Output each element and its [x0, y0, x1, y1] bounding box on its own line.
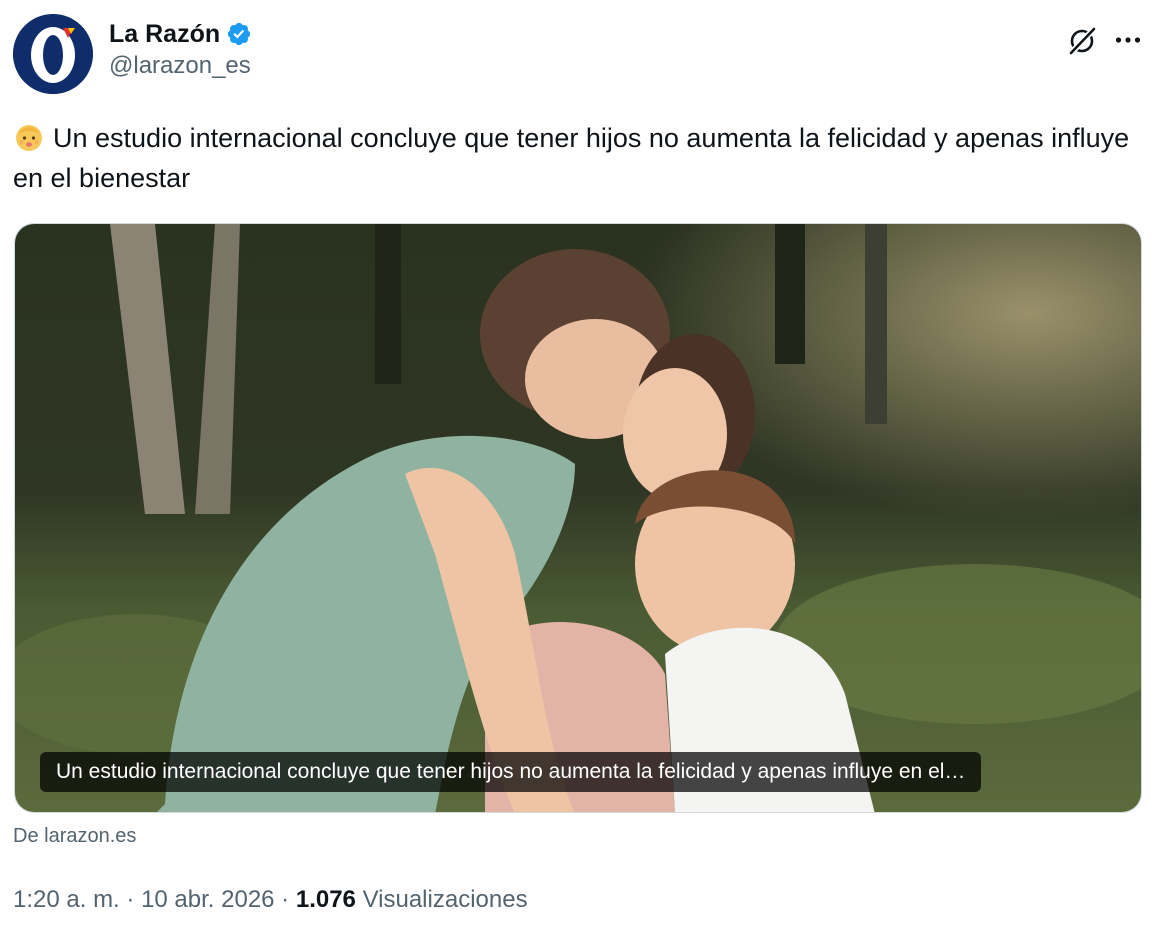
link-preview-card[interactable]: Un estudio internacional concluye que te… — [14, 223, 1142, 813]
account-handle[interactable]: @larazon_es — [109, 52, 251, 80]
article-photo — [15, 224, 1141, 812]
meta-separator: · — [119, 886, 142, 913]
tweet-time[interactable]: 1:20 a. m. — [13, 886, 120, 913]
baby-emoji-icon — [13, 121, 45, 153]
views-count: 1.076 — [295, 886, 356, 913]
tweet-date[interactable]: 10 abr. 2026 — [141, 886, 274, 913]
verified-badge-icon[interactable] — [226, 21, 252, 47]
display-name[interactable]: La Razón — [109, 20, 220, 49]
tweet-text: Un estudio internacional concluye que te… — [13, 118, 1143, 198]
card-caption: Un estudio internacional concluye que te… — [40, 752, 982, 792]
tweet-meta: 1:20 a. m. · 10 abr. 2026 · 1.076 Visual… — [13, 886, 528, 914]
tweet-body: Un estudio internacional concluye que te… — [13, 123, 1130, 193]
author-name-row[interactable]: La Razón — [109, 18, 252, 50]
la-razon-logo — [13, 14, 93, 94]
views-label: Visualizaciones — [362, 886, 528, 913]
card-source-link[interactable]: De larazon.es — [13, 825, 136, 848]
avatar[interactable] — [13, 14, 93, 94]
meta-separator: · — [274, 886, 296, 913]
grok-icon[interactable] — [1066, 24, 1098, 56]
more-dots-icon[interactable] — [1112, 24, 1144, 56]
